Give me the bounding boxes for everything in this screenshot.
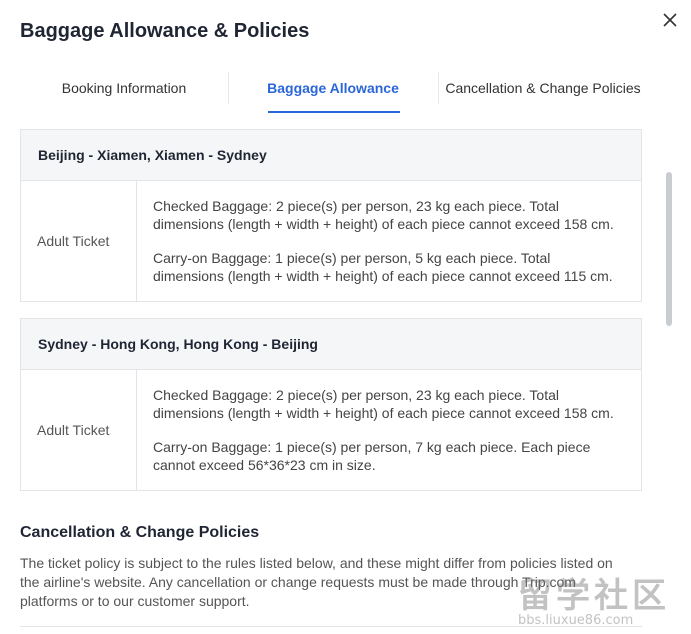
watermark: 留学社区 bbs.liuxue86.com [518,568,678,628]
scrollbar[interactable] [666,172,672,326]
baggage-dialog: Baggage Allowance & Policies Booking Inf… [0,0,691,634]
ticket-type: Adult Ticket [21,181,137,301]
tab-bar: Booking Information Baggage Allowance Ca… [20,64,642,114]
baggage-segment: Sydney - Hong Kong, Hong Kong - Beijing … [20,318,642,491]
close-icon[interactable] [660,10,680,30]
carry-on-baggage-text: Carry-on Baggage: 1 piece(s) per person,… [153,439,591,473]
baggage-details: Checked Baggage: 2 piece(s) per person, … [137,181,641,301]
segment-row: Adult Ticket Checked Baggage: 2 piece(s)… [21,181,641,301]
policies-title: Cancellation & Change Policies [20,524,260,541]
checked-baggage-text: Checked Baggage: 2 piece(s) per person, … [153,387,614,421]
segment-row: Adult Ticket Checked Baggage: 2 piece(s)… [21,370,641,490]
segment-route: Sydney - Hong Kong, Hong Kong - Beijing [21,319,641,370]
tab-baggage-allowance[interactable]: Baggage Allowance [228,64,438,112]
watermark-text: 留学社区 [518,576,670,616]
tab-cancellation-change-policies[interactable]: Cancellation & Change Policies [438,64,648,112]
dialog-title: Baggage Allowance & Policies [20,20,310,42]
active-tab-indicator [268,111,400,113]
tab-booking-information[interactable]: Booking Information [20,64,228,112]
ticket-type: Adult Ticket [21,370,137,490]
baggage-segment: Beijing - Xiamen, Xiamen - Sydney Adult … [20,129,642,302]
segment-route: Beijing - Xiamen, Xiamen - Sydney [21,130,641,181]
baggage-details: Checked Baggage: 2 piece(s) per person, … [137,370,641,490]
checked-baggage-text: Checked Baggage: 2 piece(s) per person, … [153,198,614,232]
carry-on-baggage-text: Carry-on Baggage: 1 piece(s) per person,… [153,250,613,284]
